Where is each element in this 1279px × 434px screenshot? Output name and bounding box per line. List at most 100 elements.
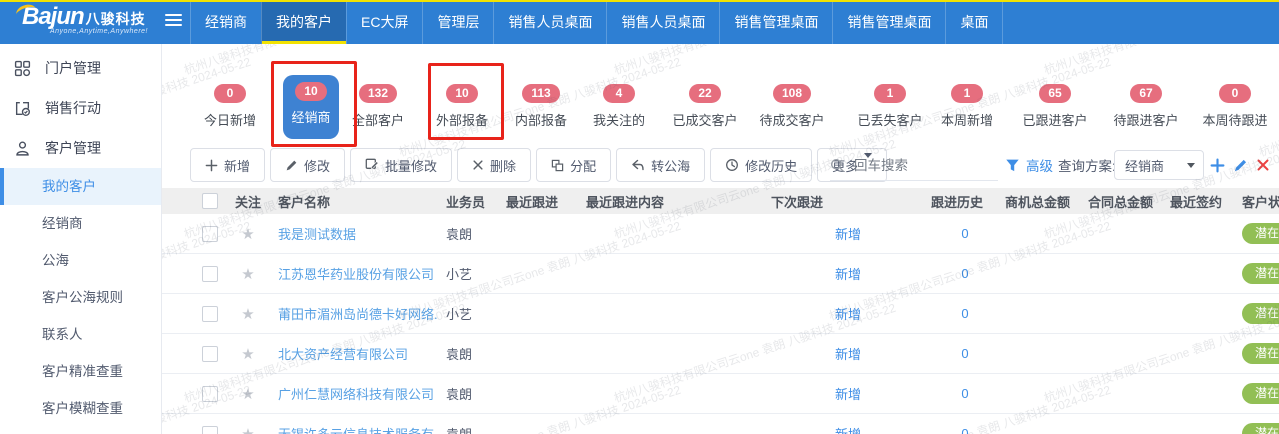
follow-history-link[interactable]: 0: [961, 426, 968, 434]
column-header-4: 最近跟进: [506, 194, 559, 210]
customer-name-cell: 北大资产经营有限公司: [270, 344, 438, 363]
query-plan-value: 经销商: [1125, 158, 1165, 174]
toolbar-button-7[interactable]: 修改历史: [710, 148, 813, 182]
column-header-7: 跟进历史: [931, 194, 984, 210]
toolbar-button-label: 修改历史: [745, 158, 798, 174]
nav-tab-6[interactable]: 销售人员桌面: [606, 0, 719, 44]
favorite-star-icon[interactable]: ★: [241, 266, 254, 283]
customer-name-link[interactable]: 莆田市湄洲岛尚德卡好网络...: [278, 307, 438, 322]
nav-tab-3[interactable]: EC大屏: [346, 0, 422, 44]
toolbar-button-1[interactable]: 新增: [190, 148, 266, 182]
sidebar-group-1[interactable]: 门户管理: [0, 48, 161, 88]
nav-tab-7[interactable]: 销售管理桌面: [719, 0, 832, 44]
status-badge: 潜在客户: [1242, 223, 1279, 244]
row-checkbox[interactable]: [202, 225, 218, 242]
query-plan-select[interactable]: 经销商: [1114, 150, 1204, 180]
status-cell: 潜在客户: [1240, 303, 1279, 324]
follow-history-link[interactable]: 0: [961, 386, 968, 401]
favorite-cell: ★: [226, 425, 270, 434]
sidebar-item-7[interactable]: 客户公海规则: [0, 279, 161, 316]
sidebar-item-10[interactable]: 客户模糊查重: [0, 390, 161, 427]
row-checkbox[interactable]: [202, 265, 218, 282]
next-follow-add-link[interactable]: 新增: [835, 387, 861, 402]
follow-history-link[interactable]: 0: [961, 306, 968, 321]
toolbar-button-label: 分配: [570, 158, 597, 174]
sidebar-item-9[interactable]: 客户精准查重: [0, 353, 161, 390]
add-plan-icon[interactable]: [1210, 148, 1225, 182]
batch-edit-icon: [365, 158, 379, 172]
favorite-star-icon[interactable]: ★: [241, 346, 254, 363]
customer-name-link[interactable]: 江苏恩华药业股份有限公司: [278, 267, 434, 282]
nav-tab-4[interactable]: 管理层: [422, 0, 493, 44]
follow-history-link[interactable]: 0: [961, 266, 968, 281]
status-badge: 潜在客户: [1242, 383, 1279, 404]
stat-label: 待成交客户: [759, 113, 825, 128]
row-checkbox[interactable]: [202, 345, 218, 362]
advanced-search-link[interactable]: 高级: [1026, 148, 1053, 182]
nav-tab-8[interactable]: 销售管理桌面: [832, 0, 945, 44]
follow-history-link[interactable]: 0: [961, 346, 968, 361]
sidebar-item-8[interactable]: 联系人: [0, 316, 161, 353]
row-checkbox[interactable]: [202, 425, 218, 434]
nav-tab-9[interactable]: 桌面: [945, 0, 1004, 44]
checkbox-cell: [202, 345, 226, 362]
customer-name-link[interactable]: 北大资产经营有限公司: [278, 347, 408, 362]
stat-label: 待跟进客户: [1113, 113, 1179, 128]
stat-item-12[interactable]: 67 待跟进客户: [1096, 84, 1196, 129]
next-follow-add-link[interactable]: 新增: [835, 267, 861, 282]
table-row-2: ★ 江苏恩华药业股份有限公司小艺 新增 0 潜在客户: [162, 254, 1279, 294]
column-header-9: 合同总金额: [1088, 194, 1154, 210]
select-caret-icon: [1187, 163, 1195, 168]
checkbox-cell: [202, 385, 226, 402]
customer-name-link[interactable]: 我是测试数据: [278, 227, 356, 242]
row-checkbox[interactable]: [202, 305, 218, 322]
stat-item-13[interactable]: 0 本周待跟进: [1185, 84, 1279, 129]
sidebar-group-2[interactable]: 销售行动: [0, 88, 161, 128]
search-input[interactable]: [852, 156, 998, 174]
favorite-star-icon[interactable]: ★: [241, 426, 254, 434]
table-row-3: ★ 莆田市湄洲岛尚德卡好网络... 小艺 新增 0 潜在客户: [162, 294, 1279, 334]
query-plan-label: 查询方案:: [1058, 159, 1116, 174]
status-badge: 潜在客户: [1242, 343, 1279, 364]
sidebar-group-3[interactable]: 客户管理: [0, 128, 161, 168]
edit-plan-icon[interactable]: [1233, 148, 1248, 182]
toolbar-button-5[interactable]: 分配: [536, 148, 612, 182]
stat-count-badge: 113: [522, 84, 560, 103]
nav-tab-1[interactable]: 经销商: [190, 0, 261, 44]
toolbar-button-6[interactable]: 转公海: [616, 148, 706, 182]
follow-history-link[interactable]: 0: [961, 226, 968, 241]
favorite-star-icon[interactable]: ★: [241, 306, 254, 323]
stat-item-7[interactable]: 22 已成交客户: [655, 84, 755, 129]
next-follow-cell: 新增: [768, 224, 928, 243]
status-badge: 潜在客户: [1242, 423, 1279, 434]
toolbar-button-4[interactable]: 删除: [457, 148, 532, 182]
customer-name-link[interactable]: 无锡许多云信息技术服务有...: [278, 427, 438, 434]
next-follow-add-link[interactable]: 新增: [835, 307, 861, 322]
stat-item-1[interactable]: 0 今日新增: [180, 84, 280, 129]
row-checkbox[interactable]: [202, 385, 218, 402]
select-all-checkbox[interactable]: [202, 193, 218, 209]
owner-cell: 小艺: [446, 267, 473, 282]
delete-plan-icon[interactable]: [1256, 148, 1270, 182]
sidebar-item-6[interactable]: 公海: [0, 242, 161, 279]
stat-item-11[interactable]: 65 已跟进客户: [1005, 84, 1105, 129]
nav-tab-5[interactable]: 销售人员桌面: [493, 0, 606, 44]
sidebar-item-5[interactable]: 经销商: [0, 205, 161, 242]
next-follow-add-link[interactable]: 新增: [835, 347, 861, 362]
toolbar-button-3[interactable]: 批量修改: [350, 148, 453, 182]
stat-count-badge: 132: [358, 84, 398, 103]
filter-funnel-icon[interactable]: [1005, 148, 1020, 182]
stat-item-10[interactable]: 1 本周新增: [917, 84, 1017, 129]
menu-toggle-icon[interactable]: [165, 14, 182, 28]
toolbar: 新增修改批量修改删除分配转公海修改历史更多 高级 查询方案: 经销商: [162, 148, 1279, 182]
nav-tab-2[interactable]: 我的客户: [261, 0, 346, 44]
sidebar-item-4[interactable]: 我的客户: [0, 168, 161, 205]
stat-item-6[interactable]: 4 我关注的: [569, 84, 669, 129]
toolbar-button-2[interactable]: 修改: [270, 148, 346, 182]
favorite-star-icon[interactable]: ★: [241, 226, 254, 243]
favorite-star-icon[interactable]: ★: [241, 386, 254, 403]
next-follow-add-link[interactable]: 新增: [835, 427, 861, 434]
next-follow-add-link[interactable]: 新增: [835, 227, 861, 242]
customer-name-link[interactable]: 广州仁慧网络科技有限公司: [278, 387, 434, 402]
stat-item-8[interactable]: 108 待成交客户: [742, 84, 842, 129]
